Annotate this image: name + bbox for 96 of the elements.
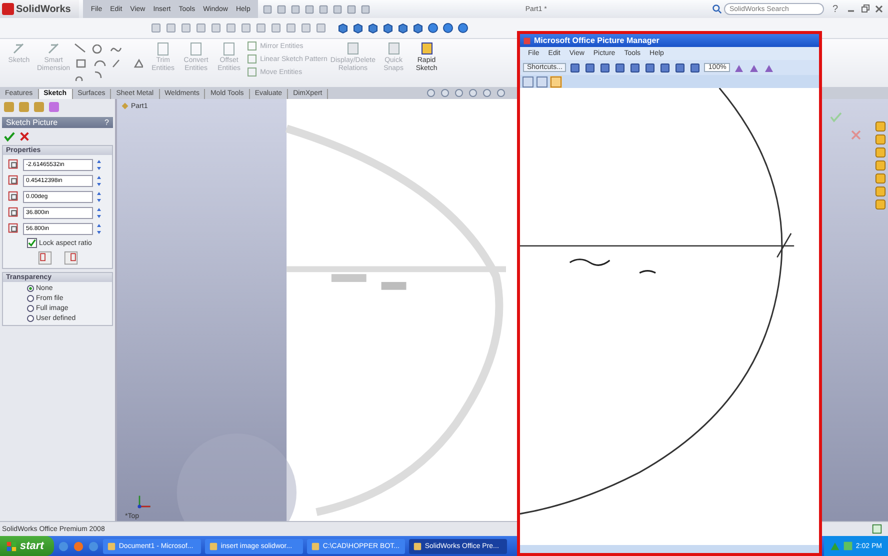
panel-tab-icon[interactable] bbox=[17, 100, 31, 114]
app-icon bbox=[412, 542, 422, 550]
spinner-icon[interactable] bbox=[96, 174, 102, 186]
flip-vertical-icon[interactable] bbox=[64, 251, 78, 265]
view-tool-icon[interactable] bbox=[468, 88, 480, 100]
quick-launch-icon[interactable] bbox=[72, 540, 84, 552]
spinner-icon[interactable] bbox=[96, 158, 102, 170]
help-button[interactable]: ? bbox=[104, 118, 109, 127]
spinner-icon[interactable] bbox=[96, 190, 102, 202]
tool-icon bbox=[247, 41, 258, 51]
view-tool-icon[interactable] bbox=[496, 88, 508, 100]
tool-icon bbox=[221, 41, 238, 57]
tool-icon bbox=[188, 41, 204, 57]
axis-triad-icon bbox=[135, 493, 153, 511]
toolbar-icon[interactable] bbox=[290, 4, 302, 14]
checkbox[interactable] bbox=[27, 238, 37, 248]
close-icon[interactable] bbox=[874, 4, 884, 14]
tool-icon bbox=[247, 54, 258, 64]
panel-tab-icon[interactable] bbox=[2, 100, 16, 114]
toolbar-icon[interactable] bbox=[304, 4, 316, 14]
part-icon bbox=[121, 102, 129, 110]
view-mode-icon[interactable] bbox=[550, 76, 562, 88]
toolbar-icon[interactable] bbox=[262, 4, 274, 14]
window-title: Microsoft Office Picture Manager bbox=[534, 36, 660, 45]
view-mode-icon[interactable] bbox=[522, 76, 534, 88]
panel-title: Sketch Picture bbox=[6, 118, 58, 127]
view-mode-icon[interactable] bbox=[536, 76, 548, 88]
app-icon bbox=[208, 542, 218, 550]
toolbar-icon[interactable] bbox=[689, 62, 702, 74]
sketch-tools-drawing[interactable] bbox=[73, 41, 144, 81]
help-button[interactable]: ? bbox=[828, 4, 842, 14]
radio-button[interactable] bbox=[27, 285, 34, 292]
task-pane-icon[interactable] bbox=[875, 186, 886, 197]
sphere-icon[interactable] bbox=[427, 22, 439, 34]
spinner-icon[interactable] bbox=[96, 206, 102, 218]
ok-icon[interactable] bbox=[4, 131, 15, 142]
restore-icon[interactable] bbox=[860, 4, 870, 14]
task-pane-icon[interactable] bbox=[875, 199, 886, 210]
flip-horizontal-icon[interactable] bbox=[38, 251, 52, 265]
toolbar-icon[interactable] bbox=[569, 62, 582, 74]
app-logo: SolidWorks bbox=[0, 0, 79, 18]
radio-button[interactable] bbox=[27, 295, 34, 302]
panel-tab-icon[interactable] bbox=[32, 100, 46, 114]
toolbar-icon[interactable] bbox=[346, 4, 358, 14]
sphere-icon[interactable] bbox=[442, 22, 454, 34]
tool-icon bbox=[418, 41, 435, 57]
toolbar-icon[interactable] bbox=[599, 62, 612, 74]
view-cube-icon[interactable] bbox=[382, 22, 394, 34]
toolbar-icon[interactable] bbox=[276, 4, 288, 14]
dimension-icon bbox=[7, 158, 20, 171]
toolbar-icon[interactable] bbox=[629, 62, 642, 74]
task-pane-icon[interactable] bbox=[875, 147, 886, 158]
app-icon bbox=[106, 542, 116, 550]
dimension-icon bbox=[7, 206, 20, 219]
view-cube-icon[interactable] bbox=[412, 22, 424, 34]
task-pane-icon[interactable] bbox=[875, 121, 886, 132]
task-pane-icon[interactable] bbox=[875, 160, 886, 171]
toolbar-icon[interactable] bbox=[360, 4, 372, 14]
view-cube-icon[interactable] bbox=[397, 22, 409, 34]
toolbar-icon[interactable] bbox=[614, 62, 626, 74]
start-button[interactable]: start bbox=[0, 536, 54, 556]
toolbar-icon[interactable] bbox=[318, 4, 330, 14]
app-icon bbox=[523, 36, 531, 44]
view-tool-icon[interactable] bbox=[482, 88, 494, 100]
tool-icon bbox=[344, 41, 361, 57]
view-cube-icon[interactable] bbox=[367, 22, 379, 34]
quick-launch-icon[interactable] bbox=[88, 540, 99, 552]
tool-icon bbox=[247, 67, 258, 77]
dimension-icon bbox=[7, 174, 20, 187]
tool-icon bbox=[155, 41, 172, 57]
dimension-icon bbox=[7, 222, 20, 235]
cancel-icon[interactable] bbox=[19, 131, 30, 142]
view-cube-icon[interactable] bbox=[337, 22, 349, 34]
help-icon[interactable] bbox=[872, 524, 882, 534]
task-pane-icon[interactable] bbox=[875, 173, 886, 184]
toolbar-icon[interactable] bbox=[659, 62, 672, 74]
spinner-icon[interactable] bbox=[96, 222, 102, 234]
sphere-icon[interactable] bbox=[457, 22, 469, 34]
app-icon bbox=[310, 542, 320, 550]
toolbar-icon[interactable] bbox=[674, 62, 686, 74]
dimension-icon bbox=[7, 190, 20, 203]
search-icon bbox=[712, 4, 722, 14]
view-tool-icon[interactable] bbox=[426, 88, 438, 100]
view-cube-icon[interactable] bbox=[352, 22, 364, 34]
windows-logo-icon bbox=[6, 540, 17, 552]
view-tool-icon[interactable] bbox=[454, 88, 466, 100]
toolbar-icon[interactable] bbox=[644, 62, 656, 74]
task-pane-icon[interactable] bbox=[875, 134, 886, 145]
toolbar-icon[interactable] bbox=[332, 4, 344, 14]
radio-button[interactable] bbox=[27, 305, 34, 312]
view-tool-icon[interactable] bbox=[440, 88, 452, 100]
tool-icon bbox=[386, 41, 402, 57]
toolbar-icon[interactable] bbox=[584, 62, 596, 74]
quick-launch-icon[interactable] bbox=[58, 540, 69, 552]
radio-button[interactable] bbox=[27, 315, 34, 322]
panel-tab-icon[interactable] bbox=[47, 100, 61, 114]
